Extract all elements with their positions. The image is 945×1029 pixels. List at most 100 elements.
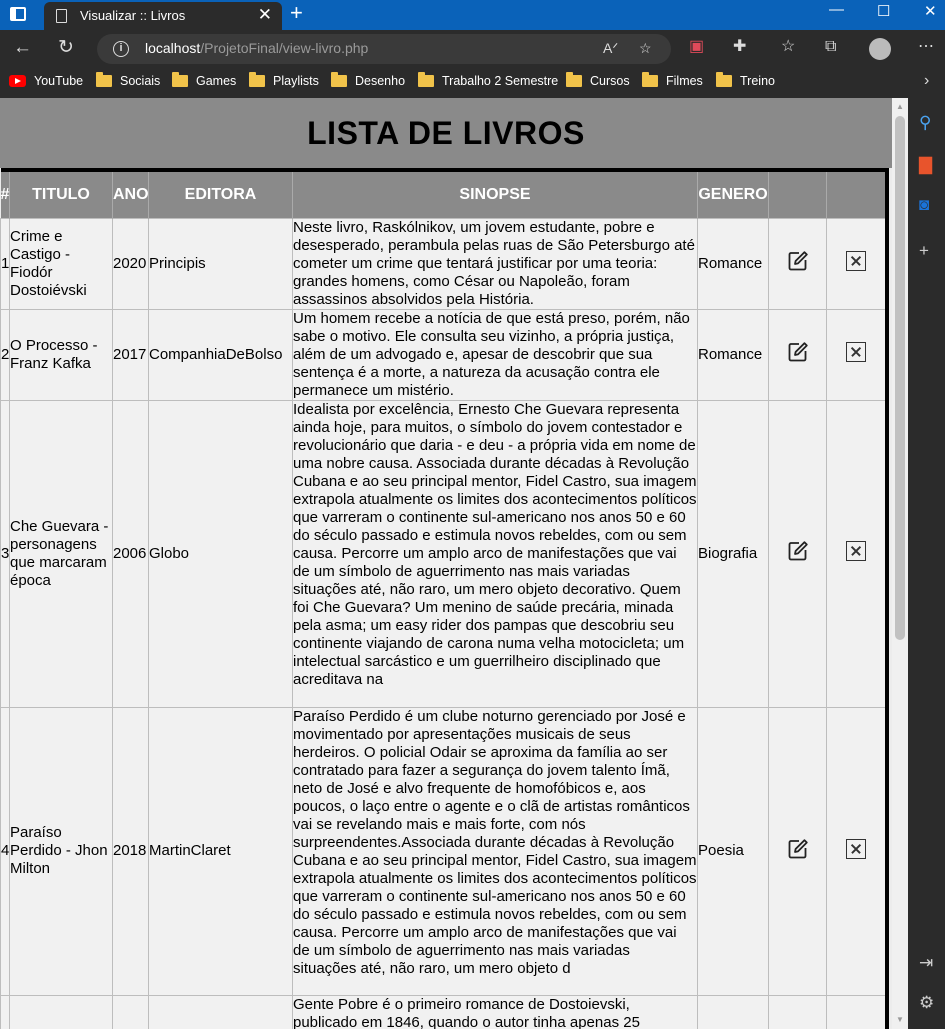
cell-id: 1: [0, 217, 10, 310]
chevron-right-icon[interactable]: ›: [924, 72, 929, 90]
new-tab-icon[interactable]: +: [290, 2, 303, 24]
cell-titulo: Paraíso Perdido - Jhon Milton: [9, 706, 113, 996]
cell-ano: 2018: [112, 706, 149, 996]
scroll-down-icon[interactable]: ▼: [896, 1015, 904, 1024]
delete-icon[interactable]: [845, 541, 866, 561]
refresh-icon[interactable]: ↻: [58, 38, 74, 57]
cell-edit: [768, 399, 827, 708]
delete-icon[interactable]: [845, 342, 866, 362]
extensions-icon[interactable]: ✚: [733, 39, 746, 55]
column-header-sinopse: SINOPSE: [292, 170, 698, 218]
column-header-edit: [768, 170, 827, 218]
close-window-icon[interactable]: ✕: [924, 4, 937, 19]
youtube-icon: [9, 75, 26, 87]
folder-icon: [249, 72, 265, 87]
back-icon[interactable]: ←: [13, 38, 32, 57]
cell-delete: [826, 399, 887, 708]
column-header-titulo: TITULO: [9, 170, 113, 218]
folder-icon: [96, 72, 112, 87]
folder-icon: [172, 72, 188, 87]
outlook-icon[interactable]: ◙: [919, 196, 929, 213]
browser-tab[interactable]: Visualizar :: Livros ✕: [44, 2, 282, 30]
bookmark-desenho[interactable]: Desenho: [331, 72, 405, 88]
cell-titulo: Che Guevara - personagens que marcaram é…: [9, 399, 113, 708]
edit-icon[interactable]: [787, 838, 809, 860]
search-icon[interactable]: ⚲: [919, 114, 931, 131]
edit-icon[interactable]: [787, 250, 809, 272]
cell-sinopse: Gente Pobre é o primeiro romance de Dost…: [292, 994, 698, 1029]
info-icon[interactable]: i: [113, 41, 129, 57]
edit-icon[interactable]: [787, 540, 809, 562]
url-host: localhost: [145, 40, 201, 56]
url-path: /ProjetoFinal/view-livro.php: [200, 40, 369, 56]
office-icon[interactable]: ▇: [919, 156, 932, 173]
cell-edit: [768, 308, 827, 401]
close-tab-icon[interactable]: ✕: [258, 6, 272, 23]
cell-sinopse: Idealista por excelência, Ernesto Che Gu…: [292, 399, 698, 708]
cell-genero: Romance: [697, 217, 769, 310]
cell-titulo: [9, 994, 113, 1029]
cell-editora: MartinClaret: [148, 706, 293, 996]
collections-icon[interactable]: ⧉: [825, 39, 836, 55]
cell-id: 2: [0, 308, 10, 401]
minimize-icon[interactable]: —: [829, 2, 844, 17]
cell-editora: Globo: [148, 399, 293, 708]
cell-delete: [826, 994, 887, 1029]
folder-icon: [716, 72, 732, 87]
column-header-ano: ANO: [112, 170, 149, 218]
column-header-delete: [826, 170, 887, 218]
column-header-genero: GENERO: [697, 170, 769, 218]
more-menu-icon[interactable]: ⋯: [918, 39, 934, 55]
bookmark-treino[interactable]: Treino: [716, 72, 775, 88]
scroll-up-icon[interactable]: ▲: [896, 102, 904, 111]
delete-icon[interactable]: [845, 251, 866, 271]
url-field[interactable]: i localhost/ProjetoFinal/view-livro.php …: [97, 34, 671, 64]
cell-genero: Poesia: [697, 706, 769, 996]
cell-sinopse: Neste livro, Raskólnikov, um jovem estud…: [292, 217, 698, 310]
table-row: 3 Che Guevara - personagens que marcaram …: [0, 399, 887, 708]
bookmark-playlists[interactable]: Playlists: [249, 72, 319, 88]
bookmark-games[interactable]: Games: [172, 72, 236, 88]
cell-editora: [148, 994, 293, 1029]
cell-id: 3: [0, 399, 10, 708]
cell-edit: [768, 217, 827, 310]
delete-icon[interactable]: [845, 838, 866, 859]
cell-sinopse: Um homem recebe a notícia de que está pr…: [292, 308, 698, 401]
add-icon[interactable]: +: [919, 242, 929, 259]
cell-ano: 2006: [112, 399, 149, 708]
extension-icon[interactable]: ▣: [689, 39, 704, 55]
bookmark-sociais[interactable]: Sociais: [96, 72, 160, 88]
page-viewport: LISTA DE LIVROS # TITULO ANO EDITORA SIN…: [0, 98, 892, 1029]
folder-icon: [331, 72, 347, 87]
folder-icon: [642, 72, 658, 87]
page-icon: [56, 9, 67, 23]
cell-ano: 2017: [112, 308, 149, 401]
table-row: 1 Crime e Castigo - Fiodór Dostoiévski 202…: [0, 217, 887, 310]
favorites-icon[interactable]: ☆: [781, 39, 795, 55]
cell-ano: 2020: [112, 217, 149, 310]
page-scrollbar[interactable]: ▲ ▼: [892, 98, 908, 1029]
bookmark-filmes[interactable]: Filmes: [642, 72, 703, 88]
cell-editora: CompanhiaDeBolso: [148, 308, 293, 401]
window-menu-icon[interactable]: [10, 7, 26, 21]
cell-id: 4: [0, 706, 10, 996]
cell-delete: [826, 217, 887, 310]
maximize-icon[interactable]: ☐: [877, 4, 890, 19]
scroll-thumb[interactable]: [895, 116, 905, 640]
cell-delete: [826, 308, 887, 401]
settings-icon[interactable]: ⚙: [919, 994, 934, 1011]
hide-sidebar-icon[interactable]: ⇥: [919, 954, 933, 971]
bookmark-trabalho[interactable]: Trabalho 2 Semestre: [418, 72, 558, 88]
bookmark-youtube[interactable]: YouTube: [9, 74, 83, 88]
column-header-editora: EDITORA: [148, 170, 293, 218]
bookmark-cursos[interactable]: Cursos: [566, 72, 630, 88]
table-row: 2O Processo - Franz Kafka 2017 CompanhiaDe…: [0, 308, 887, 401]
tab-title: Visualizar :: Livros: [80, 8, 186, 23]
cell-ano: [112, 994, 149, 1029]
cell-delete: [826, 706, 887, 996]
add-favorite-icon[interactable]: ☆: [639, 40, 652, 57]
edit-icon[interactable]: [787, 341, 809, 363]
profile-avatar[interactable]: [869, 38, 891, 60]
read-aloud-icon[interactable]: Aᐟ: [603, 40, 618, 57]
edge-sidebar: ⚲ ▇ ◙ + ⇥ ⚙: [908, 98, 945, 1029]
